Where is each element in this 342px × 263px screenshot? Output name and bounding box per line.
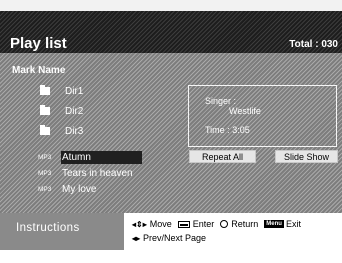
directory-label: Dir1 [65, 85, 84, 97]
singer-label: Singer : [205, 96, 237, 106]
track-item-atumn[interactable]: MP3 Atumn [38, 151, 91, 164]
exit-label: Exit [285, 219, 301, 229]
repeat-all-button[interactable]: Repeat All [189, 150, 256, 163]
return-label: Return [231, 219, 259, 229]
mp3-badge: MP3 [38, 170, 52, 177]
mark-column-label: Mark [12, 65, 36, 76]
instructions-line-1: ◂⇕▸ Move Enter Return Menu Exit [132, 219, 301, 229]
page-title: Play list [10, 35, 67, 52]
menu-key-icon: Menu [264, 220, 284, 228]
arrows-icon: ◂⇕▸ [132, 219, 147, 229]
track-title: Tears in heaven [62, 168, 133, 179]
name-column-label: Name [38, 65, 66, 76]
track-title: My love [62, 184, 97, 195]
directory-item-dir2[interactable]: Dir2 [40, 105, 83, 117]
directory-label: Dir2 [65, 105, 84, 117]
track-item-tears-in-heaven[interactable]: MP3 Tears in heaven [38, 167, 133, 180]
list-header: Mark Name [12, 65, 65, 76]
directory-item-dir3[interactable]: Dir3 [40, 125, 83, 137]
return-key-icon [220, 220, 229, 228]
mp3-badge: MP3 [38, 154, 52, 161]
slide-show-button[interactable]: Slide Show [275, 150, 338, 163]
top-strip [0, 0, 342, 11]
enter-key-icon [177, 220, 190, 228]
folder-icon [40, 105, 50, 115]
bottom-strip [0, 250, 342, 263]
folder-icon [40, 85, 50, 95]
total-count: Total : 030 [289, 39, 338, 50]
singer-value: Westlife [229, 106, 261, 116]
instructions-title: Instructions [16, 222, 80, 234]
left-right-arrows-icon: ◂▸ [132, 233, 141, 243]
track-item-my-love[interactable]: MP3 My love [38, 183, 96, 196]
directory-label: Dir3 [65, 125, 84, 137]
instructions-line-2: ◂▸ Prev/Next Page [132, 233, 206, 243]
enter-label: Enter [192, 219, 215, 229]
page-label: Prev/Next Page [143, 233, 207, 243]
playlist-screen: Play list Total : 030 Mark Name Dir1 Dir… [0, 0, 342, 263]
move-label: Move [149, 219, 172, 229]
time-display: Time : 3:05 [205, 125, 250, 135]
track-title: Atumn [62, 152, 91, 163]
directory-item-dir1[interactable]: Dir1 [40, 85, 83, 97]
track-info-box [188, 85, 337, 147]
time-value: 3:05 [232, 125, 250, 135]
mp3-badge: MP3 [38, 186, 52, 193]
folder-icon [40, 125, 50, 135]
time-label: Time : [205, 125, 230, 135]
